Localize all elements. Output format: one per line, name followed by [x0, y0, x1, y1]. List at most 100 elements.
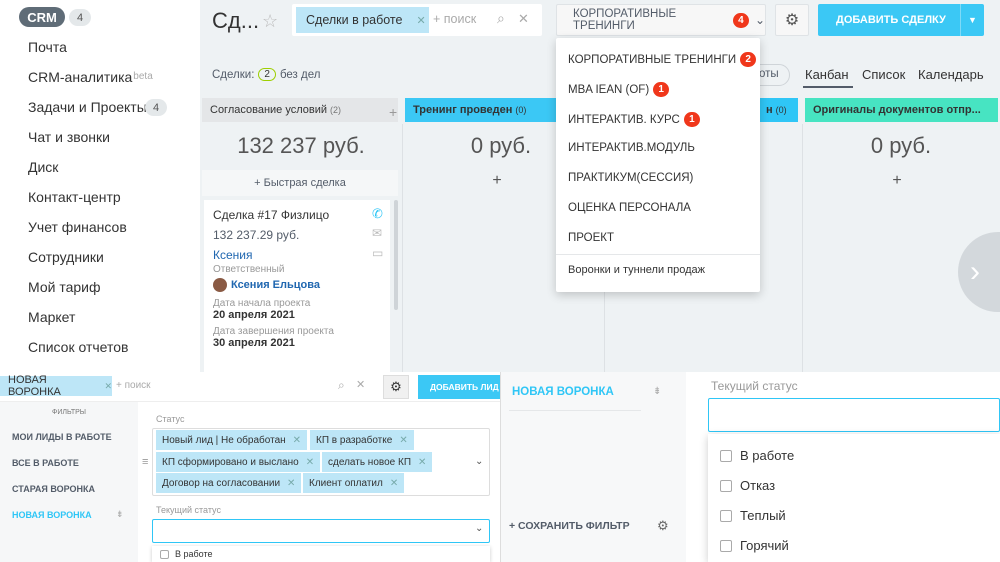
close-icon[interactable]: ✕	[390, 478, 398, 489]
chevron-down-icon: ⌄	[754, 13, 765, 27]
filter-preset[interactable]: СТАРАЯ ВОРОНКА	[12, 484, 95, 494]
filters-title: ФИЛЬТРЫ	[52, 409, 86, 416]
menu-item-employees[interactable]: Сотрудники	[28, 247, 104, 267]
crm-badge[interactable]: CRM	[19, 7, 65, 27]
close-icon[interactable]: ✕	[287, 478, 295, 489]
close-icon[interactable]: ✕	[104, 381, 112, 392]
dropdown-item[interactable]: ОЦЕНКА ПЕРСОНАЛА	[568, 202, 691, 214]
close-icon[interactable]: ✕	[399, 435, 407, 446]
tab-calendar[interactable]: Календарь	[918, 67, 984, 82]
status-option[interactable]: Горячий	[720, 538, 789, 553]
add-deal-plus[interactable]: +	[798, 172, 996, 190]
status-chip[interactable]: Клиент оплатил ✕	[303, 473, 405, 493]
search-icon[interactable]: ⌕	[338, 378, 345, 393]
dropdown-item[interactable]: ИНТЕРАКТИВ.МОДУЛЬ	[568, 142, 695, 154]
menu-item-crm-analytics[interactable]: CRM-аналитикаbeta	[28, 67, 153, 87]
menu-item-finance[interactable]: Учет финансов	[28, 217, 127, 237]
gear-icon[interactable]: ⚙	[383, 375, 409, 399]
current-status-select[interactable]	[152, 519, 490, 543]
quick-deal-button[interactable]: + Быстрая сделка	[202, 170, 398, 196]
search-filter-box[interactable]: Сделки в работе ✕ + поиск ⌕ ✕	[292, 4, 542, 36]
dropdown-item[interactable]: КОРПОРАТИВНЫЕ ТРЕНИНГИ 2	[568, 52, 757, 67]
drag-handle-icon[interactable]: ≡	[142, 456, 148, 468]
status-chip[interactable]: сделать новое КП ✕	[322, 452, 433, 472]
filter-tag[interactable]: Сделки в работе ✕	[296, 7, 429, 33]
stage-header[interactable]: Согласование условий (2)	[202, 98, 398, 122]
tab-kanban[interactable]: Канбан	[805, 67, 849, 82]
filter-tag[interactable]: НОВАЯ ВОРОНКА ✕	[0, 374, 112, 398]
menu-item-reports[interactable]: Список отчетов	[28, 337, 128, 357]
menu-item-market[interactable]: Маркет	[28, 307, 75, 327]
filter-preset-active[interactable]: НОВАЯ ВОРОНКА	[12, 510, 92, 520]
status-chip[interactable]: Новый лид | Не обработан ✕	[156, 430, 308, 450]
chevron-down-icon[interactable]: ▼	[960, 4, 984, 36]
pin-icon[interactable]: ⇟	[653, 386, 661, 397]
menu-item-contact-center[interactable]: Контакт-центр	[28, 187, 121, 207]
close-icon[interactable]: ✕	[306, 457, 314, 468]
status-chip[interactable]: Договор на согласовании ✕	[156, 473, 302, 493]
filter-preset[interactable]: МОИ ЛИДЫ В РАБОТЕ	[12, 432, 112, 442]
close-icon[interactable]: ✕	[293, 435, 301, 446]
status-option[interactable]: В работе	[720, 448, 794, 463]
checkbox[interactable]	[720, 509, 732, 522]
chevron-down-icon[interactable]: ⌄	[475, 456, 483, 467]
chevron-right-icon[interactable]: ›	[958, 232, 1000, 312]
phone-icon[interactable]: ✆	[372, 206, 383, 222]
add-stage-icon[interactable]: +	[389, 104, 397, 120]
status-option[interactable]: Теплый	[720, 508, 786, 523]
current-status-select[interactable]	[708, 398, 1000, 432]
status-option[interactable]: Отказ	[720, 478, 775, 493]
stage-header[interactable]: Оригиналы документов отпр...	[805, 98, 998, 122]
checkbox[interactable]	[720, 539, 732, 552]
add-deal-button[interactable]: ДОБАВИТЬ СДЕЛКУ ▼	[818, 4, 984, 36]
preset-title[interactable]: НОВАЯ ВОРОНКА	[512, 386, 614, 398]
dropdown-item[interactable]: ПРОЕКТ	[568, 232, 614, 244]
dropdown-footer-link[interactable]: Воронки и туннели продаж	[568, 264, 705, 276]
gear-icon[interactable]: ⚙	[657, 518, 669, 534]
add-lead-button[interactable]: ДОБАВИТЬ ЛИД	[418, 375, 500, 399]
clear-icon[interactable]: ✕	[518, 11, 529, 27]
dropdown-item[interactable]: ИНТЕРАКТИВ. КУРС 1	[568, 112, 700, 127]
gear-icon[interactable]: ⚙	[775, 4, 809, 36]
funnel-select-button[interactable]: КОРПОРАТИВНЫЕ ТРЕНИНГИ 4 ⌄	[556, 4, 766, 36]
status-chip[interactable]: КП сформировано и выслано ✕	[156, 452, 321, 472]
checkbox[interactable]	[720, 479, 732, 492]
deal-contact-link[interactable]: Ксения	[213, 248, 381, 262]
tab-list[interactable]: Список	[862, 67, 905, 82]
menu-item-tasks[interactable]: Задачи и Проекты	[28, 97, 147, 117]
save-filter-button[interactable]: + СОХРАНИТЬ ФИЛЬТР	[509, 520, 630, 532]
search-input[interactable]: + поиск	[116, 380, 151, 391]
menu-item-chat[interactable]: Чат и звонки	[28, 127, 110, 147]
close-icon[interactable]: ✕	[416, 14, 425, 27]
divider	[556, 254, 760, 255]
funnel-count-badge: 4	[732, 12, 749, 28]
status-option[interactable]: В работе	[152, 546, 490, 562]
checkbox[interactable]	[160, 549, 169, 559]
filter-preset[interactable]: ВСЕ В РАБОТЕ	[12, 458, 79, 468]
chevron-down-icon[interactable]: ⌄	[475, 523, 483, 534]
menu-item-disk[interactable]: Диск	[28, 157, 58, 177]
clear-icon[interactable]: ✕	[356, 378, 365, 391]
star-icon[interactable]: ☆	[262, 11, 278, 32]
menu-item-mail[interactable]: Почта	[28, 37, 67, 57]
no-tasks-label[interactable]: без дел	[280, 69, 321, 81]
deal-card[interactable]: Сделка #17 Физлицо 132 237.29 руб. Ксени…	[204, 200, 390, 372]
search-input[interactable]: + поиск	[433, 12, 476, 26]
start-date-value: 20 апреля 2021	[213, 309, 295, 321]
deals-count-badge[interactable]: 2	[258, 68, 276, 81]
deal-title[interactable]: Сделка #17 Физлицо	[213, 208, 381, 222]
column-divider	[402, 124, 403, 372]
search-icon[interactable]: ⌕	[497, 10, 505, 27]
close-icon[interactable]: ✕	[418, 457, 426, 468]
status-chip[interactable]: КП в разработке ✕	[310, 430, 414, 450]
responsible-name[interactable]: Ксения Ельцова	[231, 279, 320, 291]
scrollbar[interactable]	[394, 200, 398, 310]
menu-item-tariff[interactable]: Мой тариф	[28, 277, 100, 297]
mail-icon[interactable]: ✉	[372, 226, 382, 240]
pin-icon[interactable]: ⇟	[116, 509, 124, 520]
dropdown-item[interactable]: ПРАКТИКУМ(СЕССИЯ)	[568, 172, 693, 184]
stage-header[interactable]: н (0)	[758, 98, 798, 122]
chat-icon[interactable]: ▭	[372, 246, 383, 260]
checkbox[interactable]	[720, 449, 732, 462]
dropdown-item[interactable]: MBA IEAN (OF) 1	[568, 82, 670, 97]
